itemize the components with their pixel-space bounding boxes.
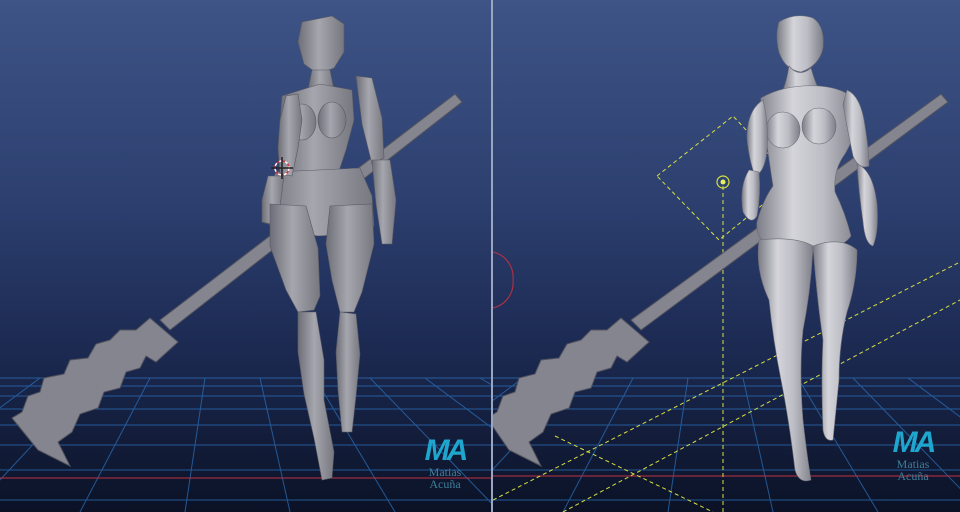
broom-model — [11, 93, 463, 468]
viewport-left[interactable]: MA Matias Acuña — [0, 0, 491, 512]
viewport-right[interactable]: MA Matias Acuña — [493, 0, 960, 512]
dual-viewport: MA Matias Acuña MA Matias Acuña — [0, 0, 960, 512]
watermark-logo: MA — [424, 434, 469, 467]
watermark-logo: MA — [892, 426, 937, 459]
character-model-lowpoly — [261, 15, 397, 481]
watermark-last-name: Acuña — [429, 477, 461, 491]
watermark: MA Matias Acuña — [405, 434, 485, 491]
watermark-last-name: Acuña — [897, 469, 929, 483]
character-model-sculpt — [741, 15, 878, 482]
rotation-gizmo-arc — [493, 251, 514, 309]
watermark: MA Matias Acuña — [873, 426, 953, 483]
broom-model — [493, 93, 949, 468]
